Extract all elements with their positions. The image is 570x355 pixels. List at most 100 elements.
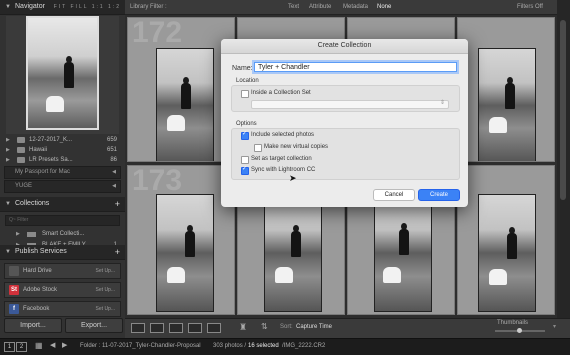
grid-cell[interactable] [457,165,555,315]
smart-collection-icon [27,232,36,237]
inside-set-checkbox[interactable] [241,90,249,98]
publish-services-header[interactable]: ▼ Publish Services + [0,245,125,260]
folder-icon [17,137,25,143]
collections-filter-input[interactable]: Q~ Filter [5,215,120,226]
facebook-icon: f [9,304,19,314]
target-collection-label: Set as target collection [251,156,312,162]
adobe-stock-icon: St [9,285,19,295]
options-label: Options [236,121,257,127]
grid-photo [264,194,322,312]
expand-triangle-icon[interactable]: ▶ [6,155,10,165]
file-name: /IMG_2222.CR2 [282,343,326,349]
grid-small-icon[interactable]: ▦ [35,341,43,350]
collections-header[interactable]: ▼ Collections + [0,197,125,212]
volume-triangle-icon: ◀ [112,169,116,175]
sort-dropdown[interactable]: Capture Time [296,324,332,330]
slider-handle[interactable] [517,328,522,333]
sync-lightroom-label: Sync with Lightroom CC [251,167,316,173]
filter-attribute-tab[interactable]: Attribute [309,0,331,14]
folders-list: ▶ 12-27-2017_K... 659 ▶ Hawaii 651 ▶ LR Pr… [0,135,125,194]
publish-hard-drive[interactable]: Hard Drive Set Up... [4,263,121,279]
folder-icon [17,147,25,153]
navigator-photo [26,16,99,130]
grid-cell[interactable]: 172 [127,17,235,162]
toolbar-menu-icon[interactable]: ▾ [553,323,556,330]
forward-arrow-icon[interactable]: ▶ [62,341,67,349]
collection-name-input[interactable]: Tyler + Chandler [254,62,457,72]
survey-view-icon[interactable] [188,323,202,333]
expand-triangle-icon[interactable]: ▶ [16,229,20,240]
add-collection-icon[interactable]: + [115,197,120,211]
folder-item[interactable]: ▶ 12-27-2017_K... 659 [0,135,125,145]
navigator-header[interactable]: ▼ Navigator FIT FILL 1:1 1:2 [0,0,125,15]
grid-photo [478,48,536,161]
selected-count: 16 selected [248,343,279,349]
grid-photo [156,48,214,161]
export-button[interactable]: Export... [65,318,123,333]
back-arrow-icon[interactable]: ◀ [50,341,55,349]
cancel-button[interactable]: Cancel [373,189,415,201]
collapse-triangle-icon[interactable]: ▼ [5,245,11,259]
folder-path: Folder : 11-07-2017_Tyler-Chandler-Propo… [80,343,201,349]
setup-button[interactable]: Set Up... [96,283,115,297]
grid-view-icon[interactable] [131,323,145,333]
filter-text-tab[interactable]: Text [288,0,299,14]
publish-services-panel: ▼ Publish Services + Hard Drive Set Up..… [0,245,125,320]
expand-triangle-icon[interactable]: ▶ [6,135,10,145]
volume-yuge[interactable]: YUGE ◀ [4,180,121,193]
left-panel: ▼ Navigator FIT FILL 1:1 1:2 ▶ 12-27-201… [0,0,125,338]
folder-item[interactable]: ▶ Hawaii 651 [0,145,125,155]
grid-photo [374,194,432,312]
folder-item[interactable]: ▶ LR Presets Sa... 86 [0,155,125,165]
navigator-zoom-options[interactable]: FIT FILL 1:1 1:2 [54,0,121,14]
target-collection-checkbox[interactable] [241,156,249,164]
options-group: Include selected photos Make new virtual… [231,128,460,180]
status-bar: 1 2 ▦ ◀ ▶ Folder : 11-07-2017_Tyler-Chan… [0,338,570,355]
setup-button[interactable]: Set Up... [96,264,115,278]
virtual-copies-checkbox[interactable] [254,144,262,152]
name-label: Name: [232,65,253,72]
grid-cell[interactable] [457,17,555,162]
thumbnail-size-slider[interactable] [495,328,545,333]
filter-none-tab[interactable]: None [377,0,391,14]
loupe-view-icon[interactable] [150,323,164,333]
import-button[interactable]: Import... [4,318,62,333]
page-1-button[interactable]: 1 [4,342,15,352]
grid-cell[interactable]: 173 [127,165,235,315]
page-2-button[interactable]: 2 [16,342,27,352]
dropdown-arrows-icon: ⇕ [439,100,445,106]
create-collection-dialog: Create Collection Name: Tyler + Chandler… [221,39,468,207]
filter-metadata-tab[interactable]: Metadata [343,0,368,14]
scrollbar-thumb[interactable] [560,20,566,200]
mouse-cursor-icon: ➤ [289,173,297,183]
expand-triangle-icon[interactable]: ▶ [6,145,10,155]
collection-set-dropdown[interactable]: ⇕ [251,100,449,109]
volume-triangle-icon: ◀ [112,183,116,189]
library-filter-label: Library Filter : [130,4,167,10]
publish-facebook[interactable]: f Facebook Set Up... [4,301,121,317]
create-button[interactable]: Create [418,189,460,201]
dialog-title: Create Collection [221,39,468,54]
include-selected-checkbox[interactable] [241,130,249,140]
volume-my-passport[interactable]: My Passport for Mac ◀ [4,166,121,179]
sort-direction-icon[interactable]: ⇅ [261,322,268,331]
collapse-triangle-icon[interactable]: ▼ [5,0,11,14]
grid-photo [478,194,536,312]
filters-off-dropdown[interactable]: Filters Off [517,0,543,14]
hard-drive-icon [9,266,19,276]
setup-button[interactable]: Set Up... [96,302,115,316]
people-view-icon[interactable] [207,323,221,333]
virtual-copies-label: Make new virtual copies [264,144,329,150]
collapse-triangle-icon[interactable]: ▼ [5,197,11,211]
sync-lightroom-checkbox[interactable] [241,165,249,175]
add-service-icon[interactable]: + [115,245,120,259]
navigator-preview[interactable] [6,16,119,134]
grid-toolbar: ♜ ⇅ Sort: Capture Time Thumbnails ▾ [125,318,570,339]
library-filter-bar: Library Filter : Text Attribute Metadata… [125,0,557,15]
publish-adobe-stock[interactable]: St Adobe Stock Set Up... [4,282,121,298]
grid-photo [156,194,214,312]
spray-can-icon[interactable]: ♜ [239,322,247,333]
folder-icon [17,157,25,163]
collection-item[interactable]: ▶ Smart Collecti... [0,229,125,240]
compare-view-icon[interactable] [169,323,183,333]
